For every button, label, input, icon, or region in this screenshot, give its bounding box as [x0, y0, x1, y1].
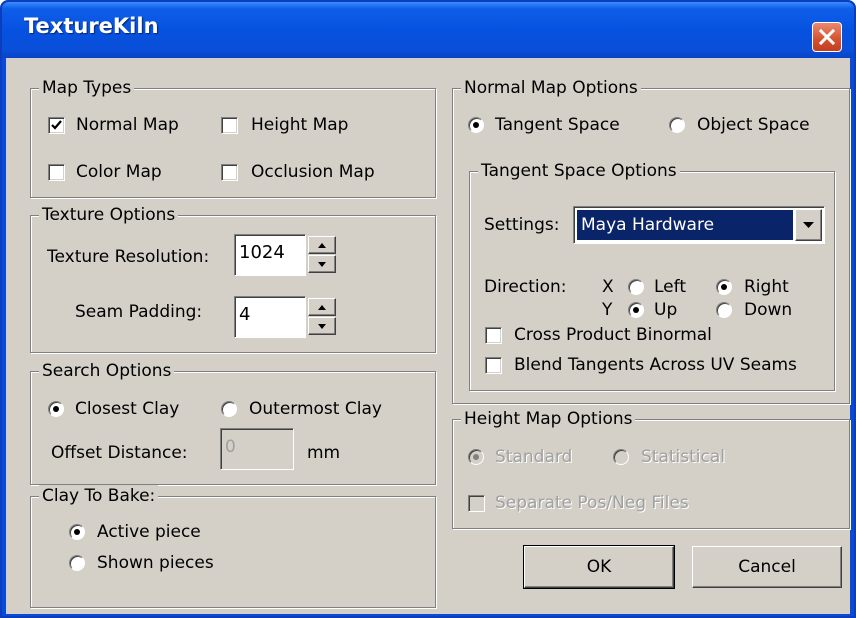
- arrow-up-icon: [318, 304, 326, 310]
- y-up-label[interactable]: Up: [654, 299, 677, 321]
- closest-clay-label[interactable]: Closest Clay: [75, 398, 179, 420]
- ok-button[interactable]: OK: [523, 545, 675, 589]
- texture-options-group: Texture Options Texture Resolution: 1024…: [30, 204, 436, 353]
- active-piece-label[interactable]: Active piece: [97, 521, 201, 543]
- x-right-radio[interactable]: [716, 279, 732, 295]
- tangent-space-options-legend: Tangent Space Options: [478, 160, 680, 182]
- blend-tangents-checkbox[interactable]: [485, 357, 502, 374]
- dialog-body: Map Types Normal Map Height Map Color Ma…: [6, 58, 850, 614]
- object-space-radio[interactable]: [669, 117, 685, 133]
- y-axis-label: Y: [602, 300, 613, 320]
- x-left-radio[interactable]: [628, 279, 644, 295]
- separate-files-checkbox[interactable]: [468, 495, 485, 512]
- y-down-radio[interactable]: [716, 302, 732, 318]
- seam-padding-input[interactable]: 4: [234, 296, 306, 338]
- outermost-clay-label[interactable]: Outermost Clay: [249, 398, 382, 420]
- normal-map-options-legend: Normal Map Options: [461, 77, 641, 99]
- settings-selected-value: Maya Hardware: [577, 210, 793, 240]
- object-space-label[interactable]: Object Space: [697, 114, 810, 136]
- arrow-down-icon: [318, 261, 326, 267]
- color-map-checkbox[interactable]: [48, 164, 65, 181]
- tangent-space-label[interactable]: Tangent Space: [495, 114, 620, 136]
- texture-options-legend: Texture Options: [39, 204, 179, 226]
- y-down-label[interactable]: Down: [744, 299, 792, 321]
- chevron-down-icon: [803, 222, 814, 228]
- cross-product-binormal-label[interactable]: Cross Product Binormal: [514, 324, 712, 346]
- dropdown-button[interactable]: [795, 209, 822, 241]
- tangent-space-radio[interactable]: [468, 117, 484, 133]
- statistical-label[interactable]: Statistical: [641, 446, 725, 468]
- close-icon: [818, 28, 836, 46]
- spin-down-button[interactable]: [308, 255, 336, 273]
- occlusion-map-label[interactable]: Occlusion Map: [251, 161, 375, 183]
- offset-distance-input[interactable]: 0: [220, 428, 294, 470]
- search-options-legend: Search Options: [39, 360, 175, 382]
- seam-padding-label: Seam Padding:: [75, 302, 203, 322]
- window-title: TextureKiln: [24, 14, 159, 38]
- standard-radio[interactable]: [468, 449, 484, 465]
- spin-down-button[interactable]: [308, 317, 336, 335]
- blend-tangents-label[interactable]: Blend Tangents Across UV Seams: [514, 354, 797, 376]
- color-map-label[interactable]: Color Map: [76, 161, 162, 183]
- statistical-radio[interactable]: [613, 449, 629, 465]
- clay-to-bake-group: Clay To Bake: Active piece Shown pieces: [30, 485, 436, 608]
- arrow-down-icon: [318, 323, 326, 329]
- height-map-options-group: Height Map Options Standard Statistical …: [452, 408, 850, 529]
- separate-files-label[interactable]: Separate Pos/Neg Files: [495, 492, 689, 514]
- map-types-legend: Map Types: [39, 77, 135, 99]
- x-left-label[interactable]: Left: [654, 276, 686, 298]
- arrow-up-icon: [318, 242, 326, 248]
- active-piece-radio[interactable]: [69, 524, 85, 540]
- normal-map-options-group: Normal Map Options Tangent Space Object …: [452, 77, 850, 404]
- height-map-label[interactable]: Height Map: [251, 114, 348, 136]
- clay-to-bake-legend: Clay To Bake:: [39, 485, 159, 507]
- x-axis-label: X: [602, 277, 614, 297]
- texture-resolution-input[interactable]: 1024: [234, 234, 306, 276]
- normal-map-label[interactable]: Normal Map: [76, 114, 179, 136]
- tangent-space-options-group: Tangent Space Options Settings: Maya Har…: [469, 160, 835, 391]
- spin-up-button[interactable]: [308, 298, 336, 316]
- close-button[interactable]: [812, 22, 842, 52]
- shown-pieces-radio[interactable]: [69, 555, 85, 571]
- texture-resolution-label: Texture Resolution:: [47, 247, 210, 267]
- offset-unit-label: mm: [307, 443, 341, 463]
- dialog-window: TextureKiln Map Types Normal Map Height …: [0, 0, 856, 618]
- height-map-options-legend: Height Map Options: [461, 408, 636, 430]
- y-up-radio[interactable]: [628, 302, 644, 318]
- closest-clay-radio[interactable]: [48, 401, 64, 417]
- shown-pieces-label[interactable]: Shown pieces: [97, 552, 214, 574]
- height-map-checkbox[interactable]: [221, 117, 238, 134]
- check-mark-icon: [51, 120, 62, 130]
- cancel-button[interactable]: Cancel: [692, 546, 842, 588]
- settings-dropdown[interactable]: Maya Hardware: [573, 206, 825, 244]
- x-right-label[interactable]: Right: [744, 276, 789, 298]
- cross-product-binormal-checkbox[interactable]: [485, 327, 502, 344]
- spin-up-button[interactable]: [308, 236, 336, 254]
- settings-label: Settings:: [484, 215, 560, 235]
- outermost-clay-radio[interactable]: [221, 401, 237, 417]
- standard-label[interactable]: Standard: [495, 446, 572, 468]
- direction-label: Direction:: [484, 277, 567, 297]
- occlusion-map-checkbox[interactable]: [221, 164, 238, 181]
- search-options-group: Search Options Closest Clay Outermost Cl…: [30, 360, 436, 485]
- normal-map-checkbox[interactable]: [48, 117, 65, 134]
- map-types-group: Map Types Normal Map Height Map Color Ma…: [30, 77, 436, 198]
- offset-distance-label: Offset Distance:: [51, 443, 188, 463]
- title-bar[interactable]: TextureKiln: [2, 2, 854, 58]
